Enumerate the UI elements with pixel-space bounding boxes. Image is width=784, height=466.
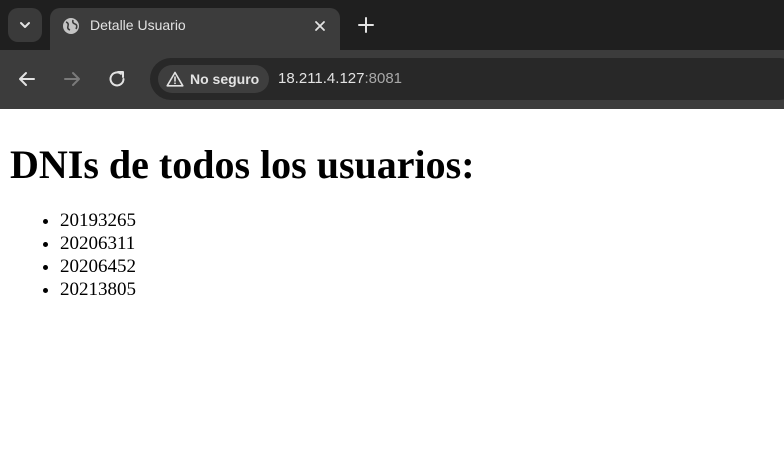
browser-toolbar: No seguro 18.211.4.127:8081 [0, 50, 784, 109]
url-host: 18.211.4.127 [278, 70, 365, 87]
globe-icon [63, 18, 79, 34]
list-item: 20206311 [60, 232, 136, 255]
close-icon[interactable] [312, 18, 328, 34]
list-item: 20206452 [60, 255, 136, 278]
chevron-down-icon [20, 22, 30, 28]
security-label: No seguro [190, 71, 260, 87]
list-item: 20193265 [60, 209, 136, 232]
list-item: 20213805 [60, 278, 136, 301]
page-content: DNIs de todos los usuarios: 20193265 202… [0, 109, 784, 466]
active-tab[interactable]: Detalle Usuario [50, 8, 340, 50]
page-heading: DNIs de todos los usuarios: [10, 142, 475, 187]
tab-title: Detalle Usuario [90, 17, 186, 33]
tab-strip: Detalle Usuario [0, 0, 784, 50]
browser-chrome: Detalle Usuario No seguro 18.211.4.127:8… [0, 0, 784, 109]
reload-icon[interactable] [106, 68, 128, 90]
tab-search-button[interactable] [8, 8, 42, 42]
url-text[interactable]: 18.211.4.127:8081 [278, 70, 402, 87]
forward-arrow-icon[interactable] [61, 68, 83, 90]
back-arrow-icon[interactable] [16, 68, 38, 90]
new-tab-plus-icon[interactable] [356, 15, 376, 35]
dni-list: 20193265 20206311 20206452 20213805 [20, 209, 136, 301]
warning-triangle-icon [166, 71, 184, 87]
address-bar[interactable]: No seguro 18.211.4.127:8081 [150, 58, 784, 100]
security-indicator[interactable]: No seguro [158, 65, 270, 93]
url-port: :8081 [364, 70, 403, 87]
